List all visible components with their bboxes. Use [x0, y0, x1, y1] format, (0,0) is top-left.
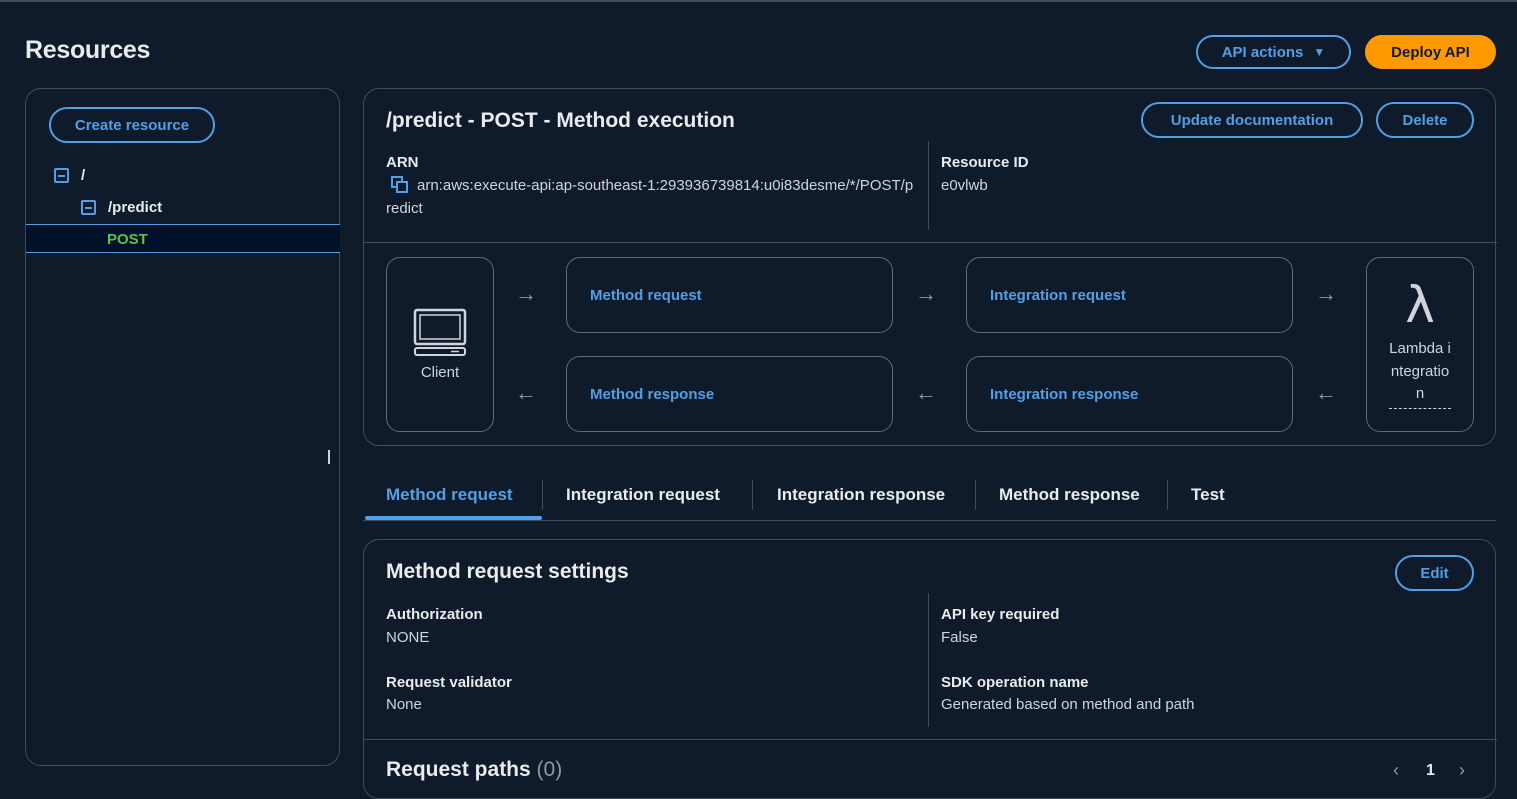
deploy-api-button[interactable]: Deploy API [1365, 35, 1496, 69]
tab-method-response[interactable]: Method response [999, 485, 1140, 505]
active-tab-indicator [365, 516, 542, 520]
edit-label: Edit [1420, 564, 1449, 582]
api-key-required-value: False [941, 629, 978, 646]
delete-label: Delete [1402, 111, 1448, 129]
tab-separator [975, 480, 976, 510]
delete-button[interactable]: Delete [1376, 102, 1474, 138]
lambda-integration-box: λ Lambda integration [1366, 257, 1474, 432]
arn-value: arn:aws:execute-api:ap-southeast-1:29393… [386, 177, 914, 217]
update-documentation-label: Update documentation [1170, 111, 1334, 129]
api-actions-label: API actions [1221, 43, 1304, 61]
tab-method-request[interactable]: Method request [386, 485, 513, 505]
top-border [0, 0, 1517, 2]
divider [364, 242, 1497, 243]
tab-test[interactable]: Test [1191, 485, 1225, 505]
resource-id-value: e0vlwb [941, 177, 988, 194]
arrow-left-icon: ← [1315, 380, 1337, 405]
integration-response-link[interactable]: Integration response [967, 386, 1138, 403]
sdk-operation-name-value: Generated based on method and path [941, 696, 1195, 713]
tab-integration-response[interactable]: Integration response [777, 485, 945, 505]
tree-item-post[interactable]: POST [26, 224, 340, 253]
request-paths-title: Request paths (0) [386, 758, 562, 782]
lambda-integration-label[interactable]: Lambda integration [1389, 338, 1451, 409]
computer-icon [413, 308, 467, 356]
divider [364, 739, 1497, 740]
arn-label: ARN [386, 154, 419, 171]
edit-button[interactable]: Edit [1395, 555, 1474, 591]
page-title: Resources [25, 36, 151, 64]
page-number[interactable]: 1 [1426, 762, 1435, 780]
tab-separator [1167, 480, 1168, 510]
method-execution-panel: /predict - POST - Method execution Updat… [363, 88, 1497, 446]
lambda-icon: λ [1405, 276, 1435, 335]
caret-down-icon: ▼ [1313, 45, 1326, 59]
tab-integration-request[interactable]: Integration request [566, 485, 720, 505]
request-paths-label: Request paths [386, 758, 531, 781]
arrow-left-icon: ← [915, 380, 937, 405]
create-resource-label: Create resource [74, 116, 190, 134]
resource-id-label: Resource ID [941, 154, 1029, 171]
arrow-right-icon: → [915, 281, 937, 306]
authorization-label: Authorization [386, 606, 483, 623]
api-key-required-label: API key required [941, 606, 1060, 623]
panel-resize-handle[interactable] [328, 450, 330, 464]
method-request-link[interactable]: Method request [567, 287, 702, 304]
authorization-value: NONE [386, 629, 430, 646]
arrow-right-icon: → [515, 281, 537, 306]
tab-separator [542, 480, 543, 510]
method-request-settings-panel: Method request settings Edit Authorizati… [363, 539, 1497, 799]
request-validator-value: None [386, 696, 422, 713]
update-documentation-button[interactable]: Update documentation [1141, 102, 1363, 138]
method-response-box[interactable]: Method response [566, 356, 893, 432]
sdk-operation-name-label: SDK operation name [941, 674, 1089, 691]
arrow-left-icon: ← [515, 380, 537, 405]
integration-request-link[interactable]: Integration request [967, 287, 1126, 304]
request-paths-count: (0) [536, 758, 563, 781]
tree-item-root[interactable]: / [54, 167, 85, 184]
divider [928, 141, 929, 230]
tree-item-label: / [81, 167, 86, 184]
create-resource-button[interactable]: Create resource [49, 107, 215, 143]
request-validator-label: Request validator [386, 674, 512, 691]
tree-item-label: POST [107, 231, 148, 248]
settings-title: Method request settings [386, 560, 629, 583]
integration-response-box[interactable]: Integration response [966, 356, 1293, 432]
method-response-link[interactable]: Method response [567, 386, 714, 403]
client-label: Client [420, 364, 460, 381]
deploy-api-label: Deploy API [1391, 43, 1470, 61]
client-box: Client [386, 257, 494, 432]
integration-request-box[interactable]: Integration request [966, 257, 1293, 333]
tab-separator [752, 480, 753, 510]
collapse-icon[interactable] [81, 200, 96, 215]
method-execution-title: /predict - POST - Method execution [386, 109, 735, 132]
api-actions-button[interactable]: API actions ▼ [1196, 35, 1351, 69]
divider [928, 593, 929, 727]
tree-item-predict[interactable]: /predict [81, 199, 162, 216]
method-tabs: Method request Integration request Integ… [363, 476, 1496, 521]
tree-item-label: /predict [108, 199, 163, 216]
resource-tree-panel: Create resource / /predict POST [25, 88, 340, 766]
arrow-right-icon: → [1315, 281, 1337, 306]
collapse-icon[interactable] [54, 168, 69, 183]
method-request-box[interactable]: Method request [566, 257, 893, 333]
